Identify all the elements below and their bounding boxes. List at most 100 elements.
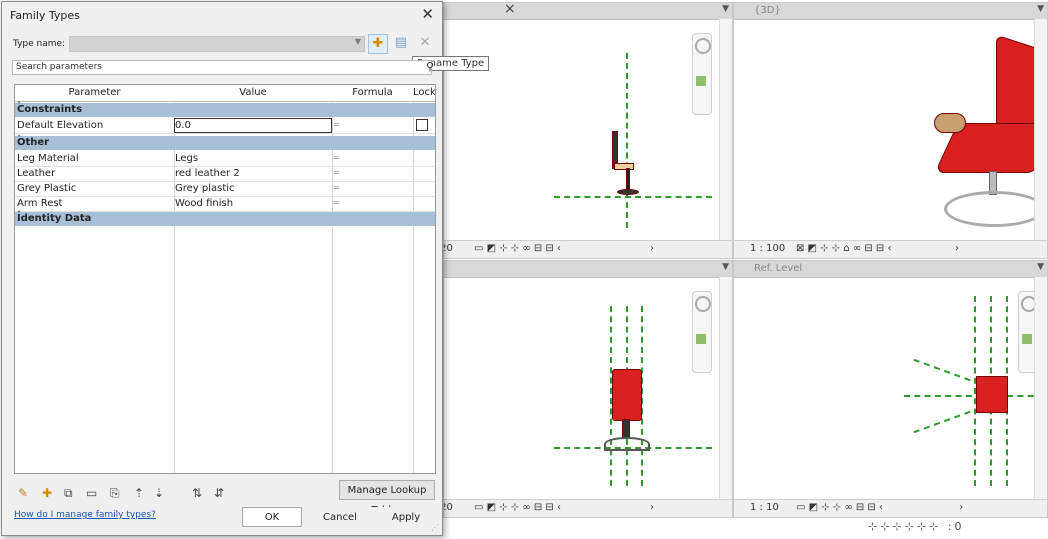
view-control-bar: 1 : 20 ▭ ◩ ⊹ ⊹ ∞ ⊟ ⊟ ‹ › bbox=[444, 240, 732, 258]
collapse-icon[interactable]: ˄ bbox=[17, 210, 431, 219]
collapse-icon[interactable]: ˄ bbox=[17, 101, 431, 110]
viewport-3d-header: {3D} ▼ bbox=[734, 3, 1047, 20]
formula-cell[interactable]: = bbox=[333, 120, 340, 129]
chevron-down-icon[interactable]: ▼ bbox=[1037, 4, 1044, 14]
param-value[interactable]: Grey plastic bbox=[175, 183, 235, 194]
steering-wheel-icon[interactable] bbox=[695, 38, 711, 54]
chevron-down-icon: ▼ bbox=[354, 37, 361, 46]
vertical-scrollbar[interactable] bbox=[1034, 277, 1047, 500]
delete-type-button[interactable]: ✕ bbox=[416, 34, 434, 52]
ok-button[interactable]: OK bbox=[242, 507, 302, 527]
duplicate-type-icon[interactable]: ⧉ bbox=[64, 486, 73, 501]
navigation-bar[interactable] bbox=[692, 291, 712, 373]
type-name-label: Type name: bbox=[13, 39, 66, 49]
delete-type-icon[interactable]: ⎘ bbox=[110, 486, 120, 501]
pencil-icon[interactable]: ✎ bbox=[18, 486, 28, 500]
param-value[interactable]: 0.0 bbox=[175, 120, 191, 131]
param-name: Leather bbox=[17, 168, 56, 179]
viewport-3d[interactable]: {3D} ▼ 1 : 100 ⊠ ◩ ⊹ ⊹ ⌂ ∞ ⊟ ⊟ ‹ › bbox=[733, 2, 1048, 259]
viewport-side[interactable]: ▼ 1 : 20 ▭ ◩ ⊹ ⊹ ∞ ⊟ ⊟ ‹ › bbox=[443, 260, 733, 518]
close-icon[interactable]: ✕ bbox=[421, 5, 434, 23]
sort-descending-icon[interactable]: ⇵ bbox=[214, 486, 224, 500]
move-down-icon[interactable]: ⇣ bbox=[154, 486, 164, 500]
table-row[interactable]: Leg Material Legs = bbox=[15, 151, 435, 167]
col-parameter-header[interactable]: Parameter bbox=[15, 87, 174, 98]
view-control-icons[interactable]: ▭ ◩ ⊹ ⊹ ∞ ⊟ ⊟ ‹ › bbox=[796, 502, 963, 513]
scale-label[interactable]: 1 : 10 bbox=[750, 502, 779, 513]
viewport-3d-title: {3D} bbox=[754, 5, 781, 16]
type-name-select[interactable]: ▼ bbox=[69, 36, 365, 52]
table-row[interactable]: Default Elevation 0.0 = bbox=[15, 118, 435, 134]
vertical-scrollbar[interactable] bbox=[719, 19, 732, 241]
chevron-down-icon[interactable]: ▼ bbox=[722, 4, 729, 14]
search-input[interactable]: Search parameters bbox=[12, 60, 432, 75]
view-control-bar: 1 : 20 ▭ ◩ ⊹ ⊹ ∞ ⊟ ⊟ ‹ › bbox=[444, 499, 732, 517]
scale-label[interactable]: 1 : 20 bbox=[444, 243, 453, 254]
table-row[interactable]: Grey Plastic Grey plastic = bbox=[15, 181, 435, 197]
grid-header: Parameter Value Formula Lock bbox=[15, 85, 435, 102]
formula-cell[interactable]: = bbox=[333, 198, 340, 207]
cancel-button[interactable]: Cancel bbox=[308, 507, 372, 527]
reference-line-horizontal bbox=[904, 395, 1044, 397]
zoom-icon[interactable] bbox=[1022, 334, 1032, 344]
dialog-title: Family Types bbox=[10, 9, 80, 22]
viewport-front[interactable]: × ▼ 1 : 20 ▭ ◩ ⊹ ⊹ ∞ ⊟ ⊟ ‹ › bbox=[443, 2, 733, 259]
formula-cell[interactable]: = bbox=[333, 153, 340, 162]
param-value[interactable]: red leather 2 bbox=[175, 168, 240, 179]
chair-base-side bbox=[617, 189, 639, 195]
col-value-header[interactable]: Value bbox=[174, 87, 332, 98]
group-constraints[interactable]: Constraints ˄ bbox=[15, 101, 435, 117]
rename-type-icon[interactable]: ▭ bbox=[86, 486, 97, 500]
sort-ascending-icon[interactable]: ⇅ bbox=[192, 486, 202, 500]
filter-count: :0 bbox=[947, 520, 965, 533]
view-control-bar: 1 : 10 ▭ ◩ ⊹ ⊹ ∞ ⊟ ⊟ ‹ › bbox=[734, 499, 1047, 517]
table-row[interactable]: Leather red leather 2 = bbox=[15, 166, 435, 182]
resize-grip-icon[interactable]: ⋰ bbox=[431, 523, 439, 532]
move-up-icon[interactable]: ⇡ bbox=[134, 486, 144, 500]
close-icon[interactable]: × bbox=[504, 3, 516, 17]
viewport-front-header: × ▼ bbox=[444, 3, 732, 20]
navigation-bar[interactable] bbox=[692, 33, 712, 115]
viewport-plan-header: Ref. Level ▼ bbox=[734, 261, 1047, 278]
chevron-down-icon[interactable]: ▼ bbox=[1037, 262, 1044, 272]
vertical-scrollbar[interactable] bbox=[1034, 19, 1047, 241]
chevron-down-icon[interactable]: ▼ bbox=[722, 262, 729, 272]
chair-armrest-3d bbox=[934, 113, 966, 133]
param-name: Default Elevation bbox=[17, 120, 104, 131]
zoom-icon[interactable] bbox=[696, 334, 706, 344]
value-input[interactable] bbox=[174, 118, 332, 133]
collapse-icon[interactable]: ˄ bbox=[17, 134, 431, 143]
zoom-icon[interactable] bbox=[696, 76, 706, 86]
col-lock-header[interactable]: Lock bbox=[413, 87, 435, 98]
search-icon: ⚲ bbox=[426, 60, 435, 73]
view-control-icons[interactable]: ▭ ◩ ⊹ ⊹ ∞ ⊟ ⊟ ‹ › bbox=[474, 243, 654, 254]
steering-wheel-icon[interactable] bbox=[695, 296, 711, 312]
help-link[interactable]: How do I manage family types? bbox=[14, 510, 156, 520]
group-other[interactable]: Other ˄ bbox=[15, 134, 435, 150]
scale-label[interactable]: 1 : 100 bbox=[750, 243, 785, 254]
vertical-scrollbar[interactable] bbox=[719, 277, 732, 500]
view-control-icons[interactable]: ⊠ ◩ ⊹ ⊹ ⌂ ∞ ⊟ ⊟ ‹ › bbox=[796, 243, 959, 254]
param-value[interactable]: Legs bbox=[175, 153, 198, 164]
lock-checkbox[interactable] bbox=[416, 119, 428, 131]
rename-type-button[interactable]: ▤ bbox=[392, 34, 410, 52]
formula-cell[interactable]: = bbox=[333, 168, 340, 177]
status-bar-icons[interactable]: ⊹⊹⊹⊹⊹⊹ :0 bbox=[868, 520, 965, 533]
apply-button[interactable]: Apply bbox=[374, 507, 438, 527]
chair-seat-side bbox=[614, 163, 634, 170]
view-control-icons[interactable]: ▭ ◩ ⊹ ⊹ ∞ ⊟ ⊟ ‹ › bbox=[474, 502, 654, 513]
chair-back-front bbox=[612, 369, 642, 421]
new-type-button[interactable]: ✚ bbox=[368, 34, 388, 54]
reference-line-horizontal bbox=[554, 196, 712, 198]
new-type-icon[interactable]: ✚ bbox=[42, 486, 52, 500]
family-types-dialog: Family Types ✕ Type name: ▼ ✚ ▤ ✕ Rename… bbox=[1, 1, 490, 536]
manage-lookup-tables-button[interactable]: Manage Lookup Tables bbox=[339, 480, 435, 516]
viewport-plan[interactable]: Ref. Level ▼ 1 : 10 ▭ ◩ ⊹ ⊹ ∞ ⊟ ⊟ ‹ › bbox=[733, 260, 1048, 518]
param-value[interactable]: Wood finish bbox=[175, 198, 233, 209]
param-name: Leg Material bbox=[17, 153, 79, 164]
formula-cell[interactable]: = bbox=[333, 183, 340, 192]
group-identity-data[interactable]: Identity Data ˄ bbox=[15, 210, 435, 226]
col-formula-header[interactable]: Formula bbox=[332, 87, 413, 98]
chair-stem-front bbox=[622, 419, 630, 439]
scale-label[interactable]: 1 : 20 bbox=[444, 502, 453, 513]
